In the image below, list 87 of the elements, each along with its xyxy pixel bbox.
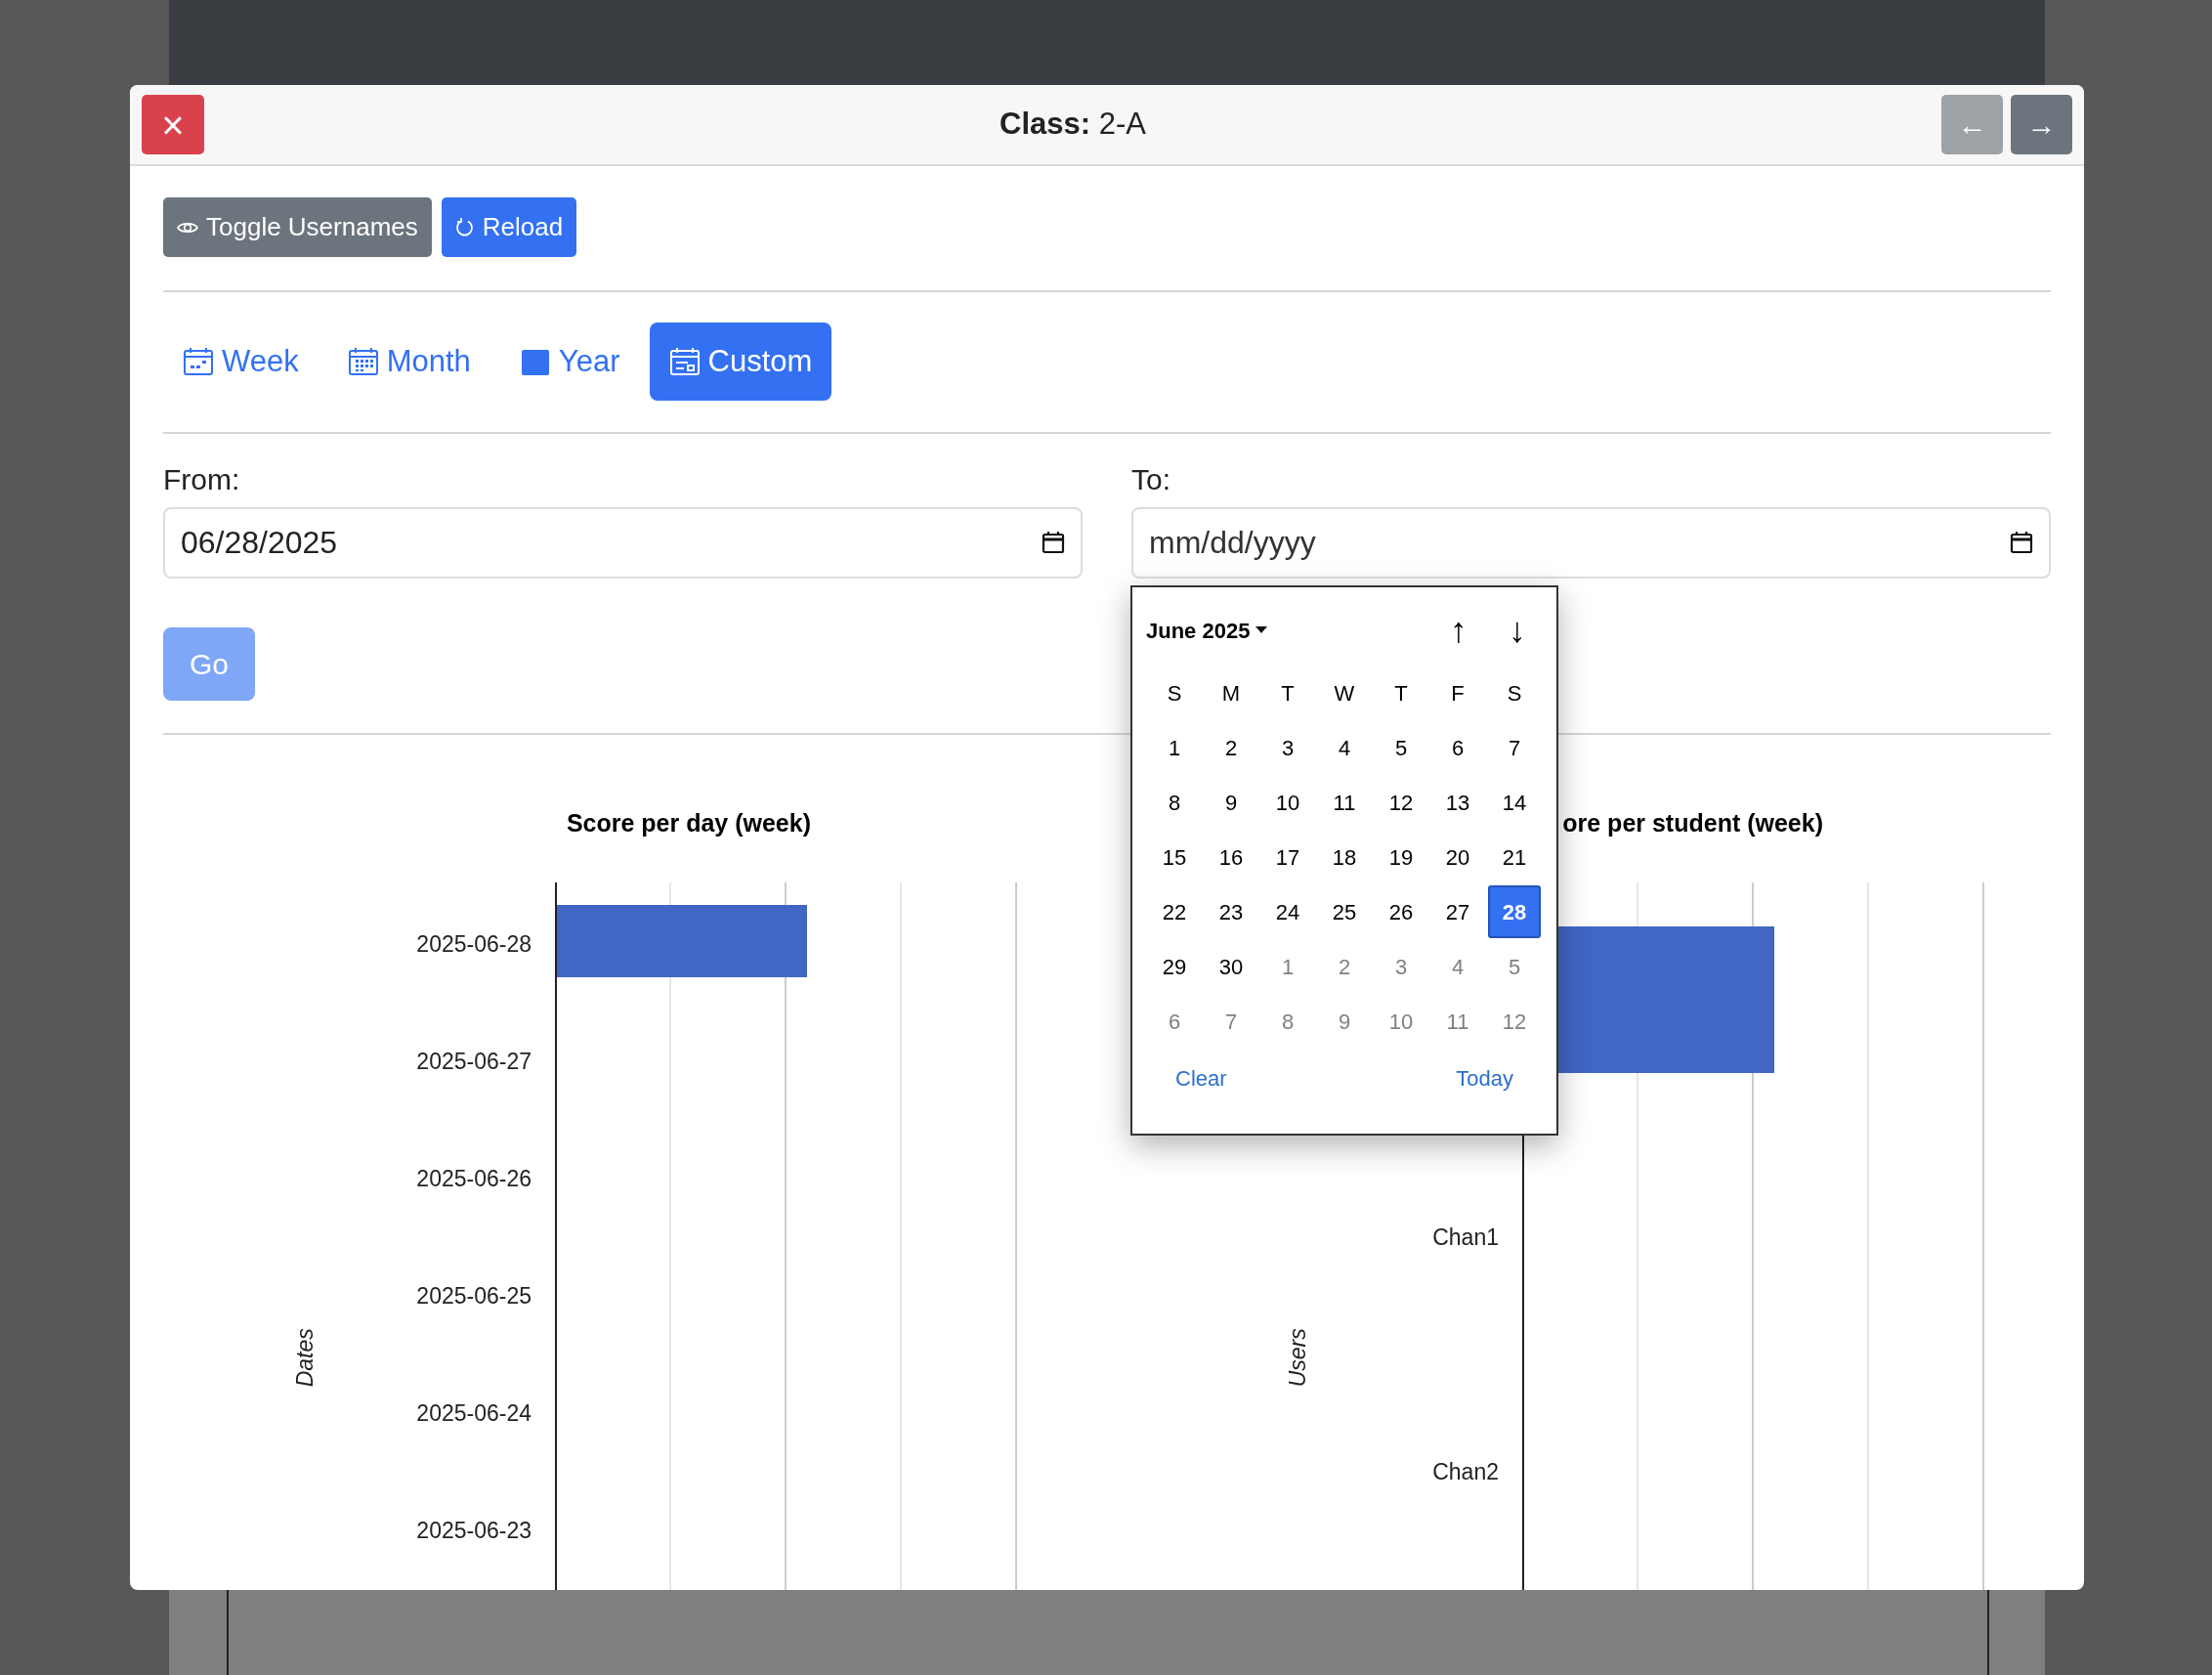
calendar-day[interactable]: 29 — [1148, 940, 1201, 993]
calendar-day[interactable]: 11 — [1318, 776, 1371, 829]
clear-link[interactable]: Clear — [1175, 1062, 1227, 1095]
calendar-day[interactable]: 27 — [1431, 885, 1484, 938]
modal-title: Class: 2-A — [1000, 106, 1146, 144]
date-field[interactable]: mm/dd/yyyy — [1131, 507, 2051, 579]
calendar-day[interactable]: 10 — [1261, 776, 1314, 829]
calendar-day[interactable]: 4 — [1431, 940, 1484, 993]
calendar-day[interactable]: 19 — [1375, 831, 1427, 883]
weekday-label: F — [1450, 679, 1466, 708]
calendar-day[interactable]: 9 — [1205, 776, 1257, 829]
calendar-range-icon — [668, 347, 701, 376]
calendar-day[interactable]: 5 — [1488, 940, 1541, 993]
reload-icon — [454, 216, 475, 238]
calendar-day[interactable]: 24 — [1261, 885, 1314, 938]
calendar-day[interactable]: 23 — [1205, 885, 1257, 938]
axis-tick-label: 2025-06-25 — [416, 1282, 532, 1310]
calendar-day[interactable]: 11 — [1431, 995, 1484, 1048]
chart-title: Score per day (week) — [565, 808, 811, 838]
weekday-label: W — [1333, 679, 1356, 708]
calendar-week-icon — [183, 347, 214, 376]
calendar-day[interactable]: 6 — [1431, 721, 1484, 774]
axis-tick-label: 2025-06-24 — [416, 1399, 532, 1428]
calendar-day[interactable]: 7 — [1205, 995, 1257, 1048]
previous-month-button[interactable]: ↑ — [1437, 613, 1480, 648]
weekday-label: S — [1166, 679, 1183, 708]
axis-title: Dates — [290, 1328, 319, 1388]
toggle-usernames-button[interactable]: Toggle Usernames — [163, 197, 432, 257]
calendar-day[interactable]: 8 — [1261, 995, 1314, 1048]
calendar-day[interactable]: 7 — [1488, 721, 1541, 774]
calendar-day[interactable]: 12 — [1375, 776, 1427, 829]
next-button[interactable]: → — [2011, 95, 2072, 154]
calendar-day[interactable]: 1 — [1261, 940, 1314, 993]
calendar-icon[interactable] — [1042, 531, 1065, 554]
calendar-day[interactable]: 26 — [1375, 885, 1427, 938]
field-label: From: — [163, 462, 241, 497]
calendar-day[interactable]: 10 — [1375, 995, 1427, 1048]
calendar-icon — [519, 347, 551, 376]
calendar-day[interactable]: 9 — [1318, 995, 1371, 1048]
tab[interactable]: Custom — [649, 322, 832, 401]
calendar-day[interactable]: 14 — [1488, 776, 1541, 829]
calendar-day[interactable]: 1 — [1148, 721, 1201, 774]
calendar-day[interactable]: 16 — [1205, 831, 1257, 883]
close-button[interactable]: × — [142, 95, 204, 154]
tab[interactable]: Year — [499, 322, 640, 401]
tab[interactable]: Month — [327, 322, 490, 401]
calendar-icon[interactable] — [2010, 531, 2033, 554]
axis-tick-label: 2025-06-27 — [416, 1048, 532, 1076]
next-month-button[interactable]: ↓ — [1496, 613, 1539, 648]
weekday-label: T — [1393, 679, 1409, 708]
axis-title: Users — [1283, 1328, 1311, 1388]
calendar-day[interactable]: 21 — [1488, 831, 1541, 883]
reload-button[interactable]: Reload — [441, 197, 577, 257]
axis-tick-label: Chan2 — [1432, 1458, 1499, 1486]
calendar-month-icon — [347, 347, 379, 376]
weekday-label: M — [1220, 679, 1242, 708]
calendar-day[interactable]: 12 — [1488, 995, 1541, 1048]
calendar-day[interactable]: 5 — [1375, 721, 1427, 774]
calendar-day[interactable]: 18 — [1318, 831, 1371, 883]
caret-icon — [1255, 626, 1268, 634]
weekday-label: T — [1280, 679, 1296, 708]
calendar-day[interactable]: 3 — [1375, 940, 1427, 993]
axis-tick-label: Chan1 — [1432, 1224, 1499, 1252]
calendar-day[interactable]: 28 — [1488, 885, 1541, 938]
calendar-day[interactable]: 8 — [1148, 776, 1201, 829]
calendar-day[interactable]: 6 — [1148, 995, 1201, 1048]
axis-tick-label: 2025-06-26 — [416, 1165, 532, 1193]
calendar-day[interactable]: 2 — [1205, 721, 1257, 774]
calendar-day[interactable]: 25 — [1318, 885, 1371, 938]
field-label: To: — [1131, 462, 1172, 497]
calendar-day[interactable]: 13 — [1431, 776, 1484, 829]
calendar-day[interactable]: 17 — [1261, 831, 1314, 883]
today-link[interactable]: Today — [1456, 1062, 1513, 1095]
month-year-dropdown[interactable]: June 2025 — [1146, 614, 1268, 647]
calendar-day[interactable]: 3 — [1261, 721, 1314, 774]
tab[interactable]: Week — [163, 322, 319, 401]
axis-tick-label: 2025-06-23 — [416, 1517, 532, 1545]
calendar-day[interactable]: 20 — [1431, 831, 1484, 883]
calendar-day[interactable]: 4 — [1318, 721, 1371, 774]
calendar-day[interactable]: 15 — [1148, 831, 1201, 883]
chart-title: ore per student (week) — [1561, 808, 1823, 838]
date-field[interactable]: 06/28/2025 — [163, 507, 1083, 579]
calendar-day[interactable]: 30 — [1205, 940, 1257, 993]
calendar-day[interactable]: 2 — [1318, 940, 1371, 993]
weekday-label: S — [1506, 679, 1523, 708]
axis-tick-label: 2025-06-28 — [416, 930, 532, 959]
calendar-day[interactable]: 22 — [1148, 885, 1201, 938]
